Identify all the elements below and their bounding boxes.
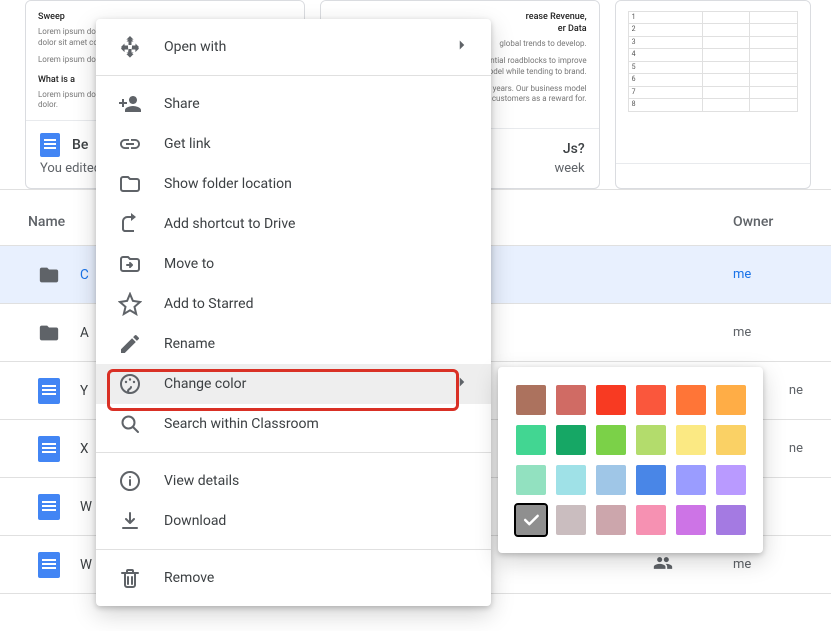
color-swatch[interactable] — [556, 465, 586, 495]
color-swatch[interactable] — [676, 425, 706, 455]
color-swatch[interactable] — [556, 385, 586, 415]
menu-item-label: Add shortcut to Drive — [164, 216, 295, 232]
file-owner: me — [733, 267, 803, 282]
color-swatch[interactable] — [676, 465, 706, 495]
menu-item-share[interactable]: Share — [96, 84, 491, 124]
menu-item-show-folder[interactable]: Show folder location — [96, 164, 491, 204]
menu-item-move-to[interactable]: Move to — [96, 244, 491, 284]
info-icon — [118, 469, 142, 493]
menu-item-label: Get link — [164, 136, 211, 152]
docs-icon — [38, 378, 60, 404]
menu-item-label: Add to Starred — [164, 296, 253, 312]
menu-item-label: Move to — [164, 256, 214, 272]
card-title: Be — [72, 137, 88, 153]
menu-item-change-color[interactable]: Change color — [96, 364, 491, 404]
docs-icon — [38, 552, 60, 578]
move-icon — [118, 252, 142, 276]
color-swatch[interactable] — [556, 425, 586, 455]
color-swatch[interactable] — [516, 505, 546, 535]
color-swatch[interactable] — [676, 385, 706, 415]
rename-icon — [118, 332, 142, 356]
menu-item-label: Open with — [164, 39, 226, 55]
menu-item-open-with[interactable]: Open with — [96, 27, 491, 67]
docs-icon — [38, 494, 60, 520]
sheet-preview: 12345678 — [616, 1, 810, 163]
trash-icon — [118, 566, 142, 590]
file-owner: me — [733, 557, 803, 572]
download-icon — [118, 509, 142, 533]
color-swatch[interactable] — [716, 505, 746, 535]
color-swatch[interactable] — [596, 465, 626, 495]
color-swatch[interactable] — [716, 425, 746, 455]
file-owner: me — [733, 325, 803, 340]
docs-icon — [38, 436, 60, 462]
menu-item-add-shortcut[interactable]: Add shortcut to Drive — [96, 204, 491, 244]
folder-icon — [38, 322, 60, 344]
color-swatch[interactable] — [676, 505, 706, 535]
menu-item-label: Rename — [164, 336, 215, 352]
menu-item-search-class[interactable]: Search within Classroom — [96, 404, 491, 444]
palette-icon — [118, 372, 142, 396]
menu-item-view-details[interactable]: View details — [96, 461, 491, 501]
color-swatch[interactable] — [596, 505, 626, 535]
chevron-right-icon — [453, 373, 471, 395]
color-swatch[interactable] — [716, 385, 746, 415]
color-swatch[interactable] — [556, 505, 586, 535]
column-header-owner[interactable]: Owner — [733, 214, 803, 230]
folder-icon — [38, 264, 60, 286]
color-swatch[interactable] — [636, 505, 666, 535]
color-palette-popover — [498, 367, 763, 553]
docs-icon — [40, 133, 60, 157]
menu-item-remove[interactable]: Remove — [96, 558, 491, 598]
suggested-card[interactable]: 12345678 — [615, 0, 811, 189]
menu-item-label: Search within Classroom — [164, 416, 319, 432]
color-swatch[interactable] — [636, 425, 666, 455]
menu-item-label: Show folder location — [164, 176, 292, 192]
color-swatch[interactable] — [596, 425, 626, 455]
star-icon — [118, 292, 142, 316]
color-swatch[interactable] — [516, 425, 546, 455]
link-icon — [118, 132, 142, 156]
menu-item-label: View details — [164, 473, 239, 489]
menu-item-label: Change color — [164, 376, 246, 392]
color-swatch[interactable] — [596, 385, 626, 415]
context-menu: Open with Share Get link Show folder locati… — [96, 19, 491, 606]
menu-item-get-link[interactable]: Get link — [96, 124, 491, 164]
folder-icon — [118, 172, 142, 196]
menu-item-label: Share — [164, 96, 200, 112]
menu-item-starred[interactable]: Add to Starred — [96, 284, 491, 324]
open-with-icon — [118, 35, 142, 59]
menu-item-label: Remove — [164, 570, 214, 586]
menu-item-label: Download — [164, 513, 226, 529]
card-title: Js? — [563, 141, 585, 157]
chevron-right-icon — [453, 36, 471, 58]
color-swatch[interactable] — [516, 385, 546, 415]
color-swatch[interactable] — [516, 465, 546, 495]
search-icon — [118, 412, 142, 436]
color-swatch[interactable] — [636, 385, 666, 415]
menu-item-download[interactable]: Download — [96, 501, 491, 541]
shortcut-icon — [118, 212, 142, 236]
color-swatch[interactable] — [636, 465, 666, 495]
person-add-icon — [118, 92, 142, 116]
menu-item-rename[interactable]: Rename — [96, 324, 491, 364]
color-swatch[interactable] — [716, 465, 746, 495]
shared-icon — [653, 553, 673, 577]
